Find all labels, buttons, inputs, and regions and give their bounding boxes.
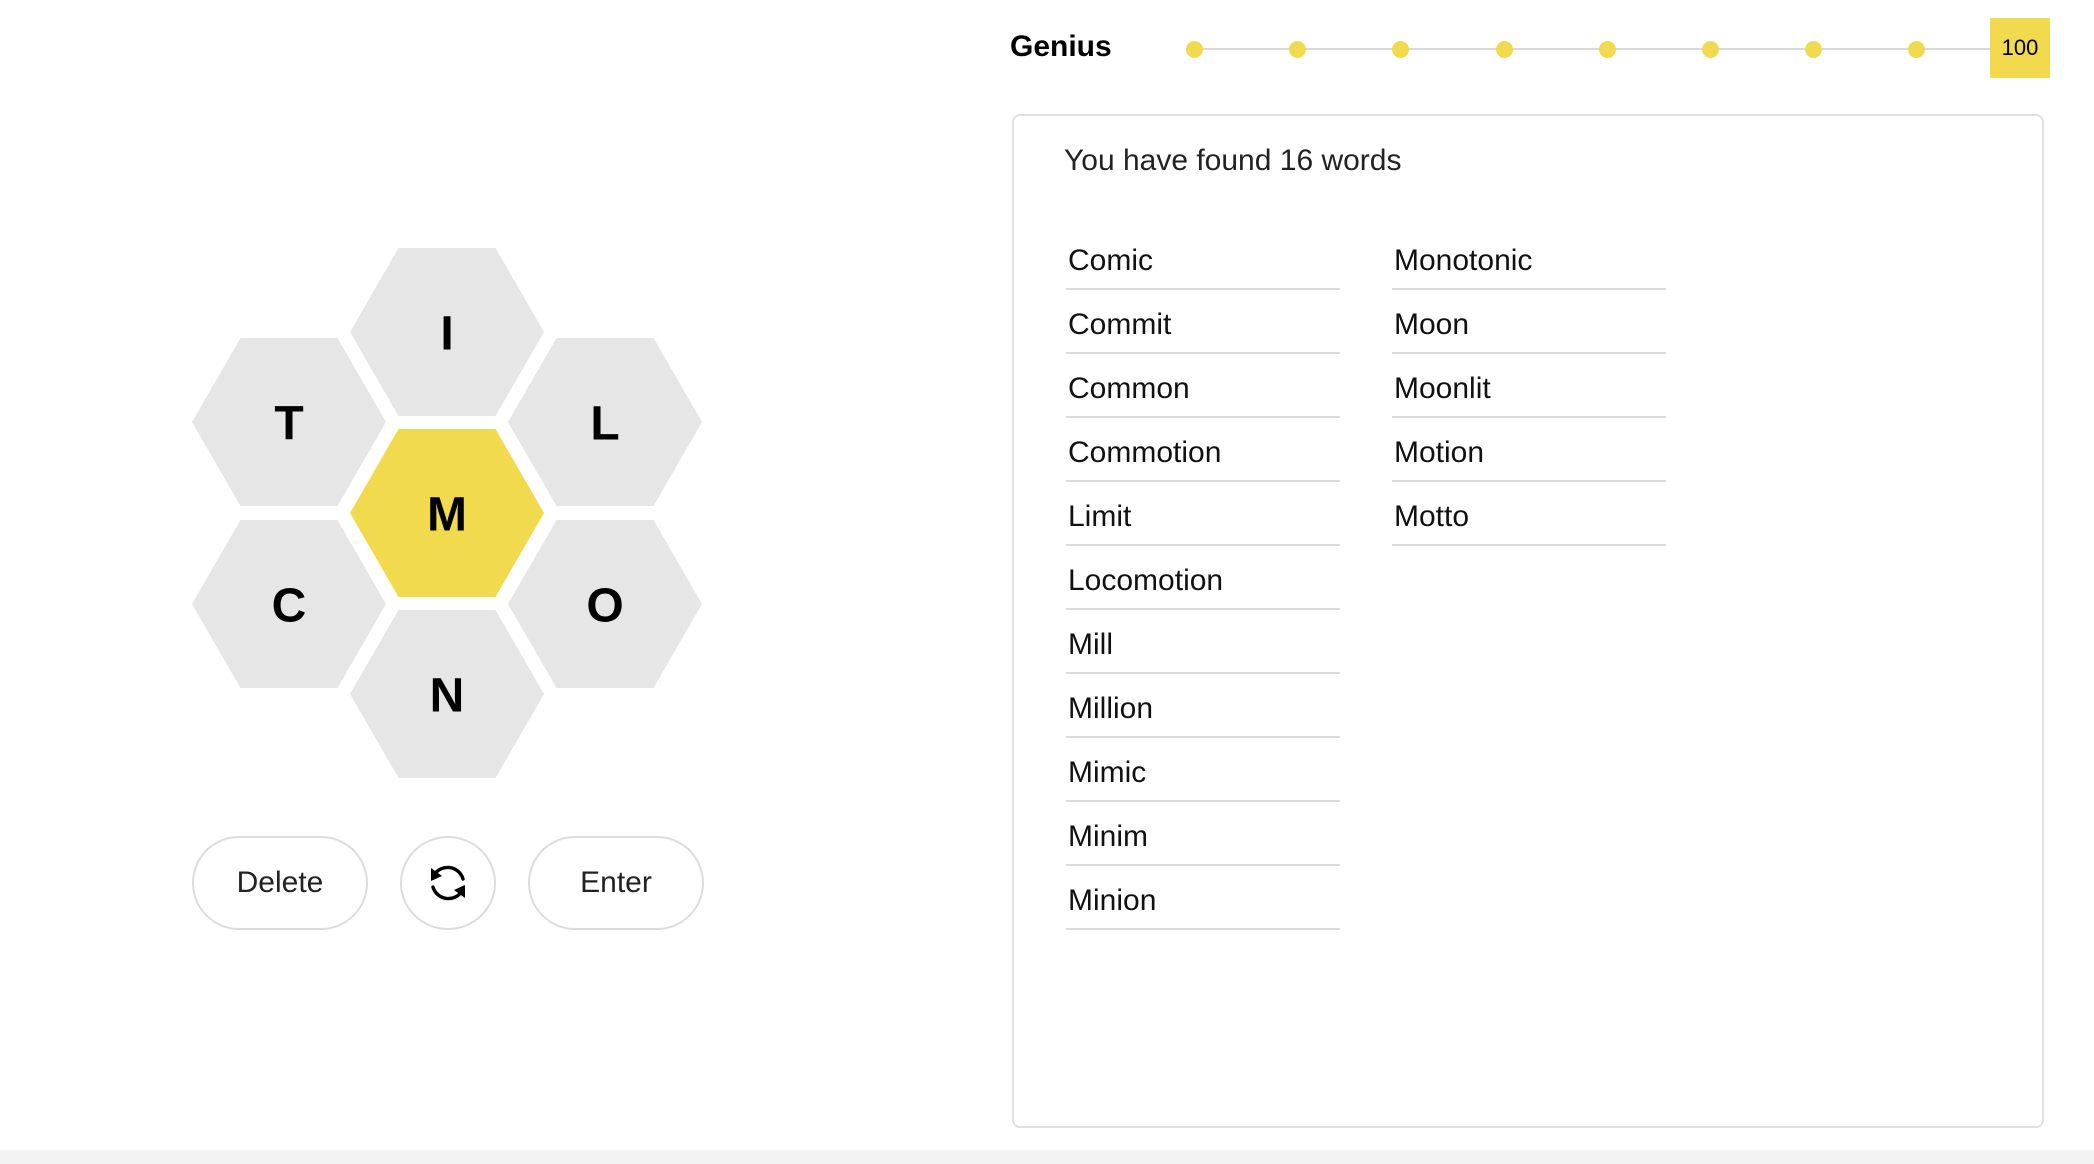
- found-word: Moon: [1392, 292, 1666, 354]
- shuffle-button[interactable]: [400, 836, 496, 930]
- hive-cell-lower-left[interactable]: C: [192, 520, 386, 688]
- hive-cell-bottom[interactable]: N: [350, 610, 544, 778]
- hive-letter-bottom: N: [430, 670, 465, 723]
- hive-cell-center[interactable]: M: [350, 429, 544, 597]
- score-value: 100: [2001, 35, 2039, 60]
- found-word: Mimic: [1066, 740, 1340, 802]
- hive-cell-upper-right[interactable]: L: [508, 338, 702, 506]
- found-word: Commit: [1066, 292, 1340, 354]
- hive-letter-upper-right: L: [590, 398, 619, 451]
- found-word: Monotonic: [1392, 228, 1666, 290]
- found-word: Mill: [1066, 612, 1340, 674]
- progress-dot: [1702, 41, 1719, 58]
- hive-letter-lower-right: O: [586, 580, 623, 633]
- hive-letter-center: M: [427, 489, 467, 542]
- hive-cell-upper-left[interactable]: T: [192, 338, 386, 506]
- hive-letter-upper-left: T: [274, 398, 303, 451]
- found-word: Limit: [1066, 484, 1340, 546]
- progress-dot: [1495, 41, 1513, 58]
- hive-letter-lower-left: C: [272, 580, 307, 633]
- rank-title: Genius: [1010, 30, 1112, 63]
- word-column-2: Monotonic Moon Moonlit Motion Motto: [1392, 228, 1666, 548]
- found-word: Million: [1066, 676, 1340, 738]
- spelling-bee-page: M I L O N C T Delete Enter Genius 100 Yo…: [0, 0, 2094, 1164]
- enter-button-label: Enter: [580, 866, 652, 899]
- found-word: Minion: [1066, 868, 1340, 930]
- progress-dot: [1289, 41, 1307, 58]
- progress-dot: [1908, 41, 1926, 58]
- found-words-summary: You have found 16 words: [1064, 144, 1402, 177]
- shuffle-icon: [431, 865, 465, 901]
- letter-hive: M I L O N C T: [190, 248, 705, 783]
- found-word: Motion: [1392, 420, 1666, 482]
- enter-button[interactable]: Enter: [528, 836, 704, 930]
- found-word: Minim: [1066, 804, 1340, 866]
- word-column-1: Comic Commit Common Commotion Limit Locomotio…: [1066, 228, 1340, 932]
- found-word: Motto: [1392, 484, 1666, 546]
- delete-button[interactable]: Delete: [192, 836, 368, 930]
- bottom-strip: [0, 1150, 2094, 1164]
- progress-dot: [1805, 41, 1823, 58]
- hive-svg: M I L O N C T: [192, 248, 702, 778]
- found-word: Comic: [1066, 228, 1340, 290]
- hive-cell-top[interactable]: I: [350, 248, 544, 416]
- found-word: Commotion: [1066, 420, 1340, 482]
- score-badge: 100: [1990, 18, 2050, 78]
- hive-letter-top: I: [440, 308, 453, 361]
- delete-button-label: Delete: [236, 866, 324, 899]
- found-word: Moonlit: [1392, 356, 1666, 418]
- found-word: Common: [1066, 356, 1340, 418]
- rank-progress: Genius 100: [1010, 18, 2050, 80]
- found-word: Locomotion: [1066, 548, 1340, 610]
- hive-cell-lower-right[interactable]: O: [508, 520, 702, 688]
- progress-dot: [1598, 41, 1616, 58]
- word-list-panel: You have found 16 words Comic Commit Commo…: [1012, 114, 2044, 1128]
- progress-dot: [1186, 41, 1203, 58]
- progress-dot: [1392, 41, 1410, 58]
